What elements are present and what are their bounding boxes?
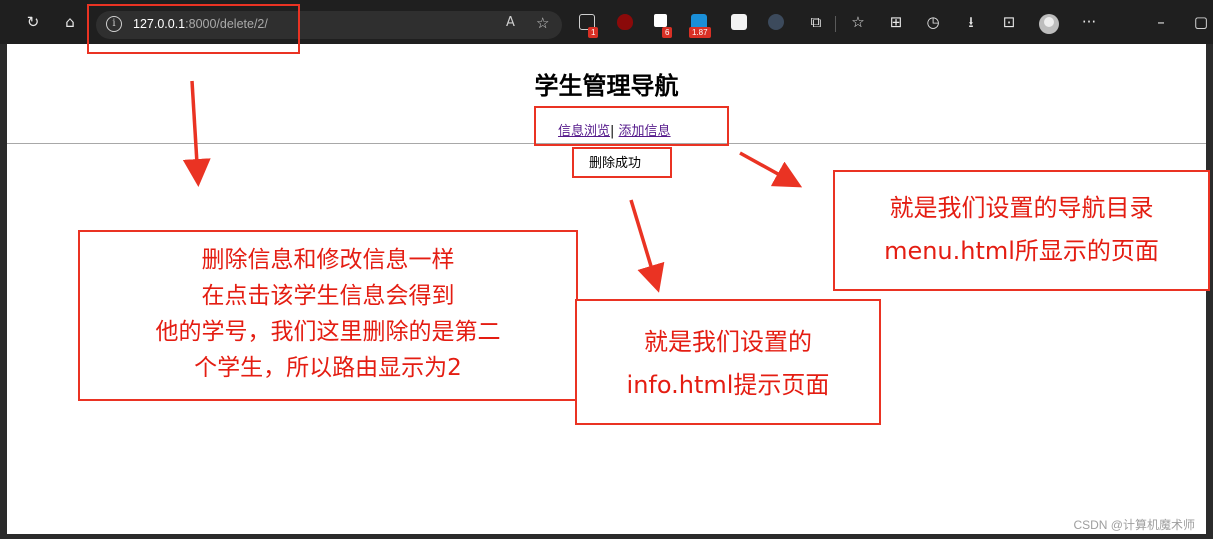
extensions-puzzle-icon[interactable]: ⧉ xyxy=(805,11,827,33)
annotation-menu-note: 就是我们设置的导航目录 menu.html所显示的页面 xyxy=(833,170,1210,291)
home-icon[interactable]: ⌂ xyxy=(59,11,81,33)
annotation-delete-note: 删除信息和修改信息一样 在点击该学生信息会得到 他的学号，我们这里删除的是第二 … xyxy=(78,230,578,401)
read-aloud-icon[interactable]: A xyxy=(506,15,515,30)
downloads-icon[interactable]: ⭳ xyxy=(960,11,982,33)
cursor-extension-icon[interactable] xyxy=(768,14,784,30)
minimize-icon[interactable]: – xyxy=(1150,11,1172,33)
annotation-info-line-1: 就是我们设置的 xyxy=(644,328,812,356)
annotation-delete-line-3: 他的学号，我们这里删除的是第二 xyxy=(155,319,501,345)
annotation-menu-line-1: 就是我们设置的导航目录 xyxy=(889,194,1154,222)
extension-3-badge: 6 xyxy=(662,27,673,38)
annotation-delete-line-1: 删除信息和修改信息一样 xyxy=(201,247,455,273)
math-solver-icon[interactable]: ⊡ xyxy=(998,11,1020,33)
collections-icon[interactable]: ⊞ xyxy=(885,11,907,33)
profile-avatar[interactable] xyxy=(1039,14,1059,34)
annotation-menu-line-2: menu.html所显示的页面 xyxy=(884,237,1159,265)
restore-icon[interactable]: ▢ xyxy=(1190,11,1212,33)
annotation-delete-line-4: 个学生，所以路由显示为2 xyxy=(194,355,462,381)
annotation-info-line-2: info.html提示页面 xyxy=(626,371,830,399)
csdn-watermark: CSDN @计算机魔术师 xyxy=(1073,518,1195,532)
extension-5-icon[interactable] xyxy=(731,14,747,30)
extension-4-badge: 1.87 xyxy=(689,27,711,38)
page-title: 学生管理导航 xyxy=(534,72,679,100)
add-favorite-icon[interactable]: ☆ xyxy=(536,14,549,32)
reload-icon[interactable]: ↻ xyxy=(22,11,44,33)
annotation-info-note: 就是我们设置的 info.html提示页面 xyxy=(575,299,881,425)
url-highlight-box xyxy=(87,4,300,54)
favorites-icon[interactable]: ☆ xyxy=(847,11,869,33)
nav-highlight-box xyxy=(534,106,729,146)
annotation-delete-line-2: 在点击该学生信息会得到 xyxy=(201,283,455,309)
toolbar-separator xyxy=(835,16,836,32)
extension-3-icon[interactable] xyxy=(654,14,667,27)
history-icon[interactable]: ◷ xyxy=(922,11,944,33)
extension-1-badge: 1 xyxy=(588,27,599,38)
ublock-icon[interactable] xyxy=(617,14,633,30)
more-menu-icon[interactable]: ··· xyxy=(1078,11,1100,33)
message-highlight-box xyxy=(572,147,672,178)
